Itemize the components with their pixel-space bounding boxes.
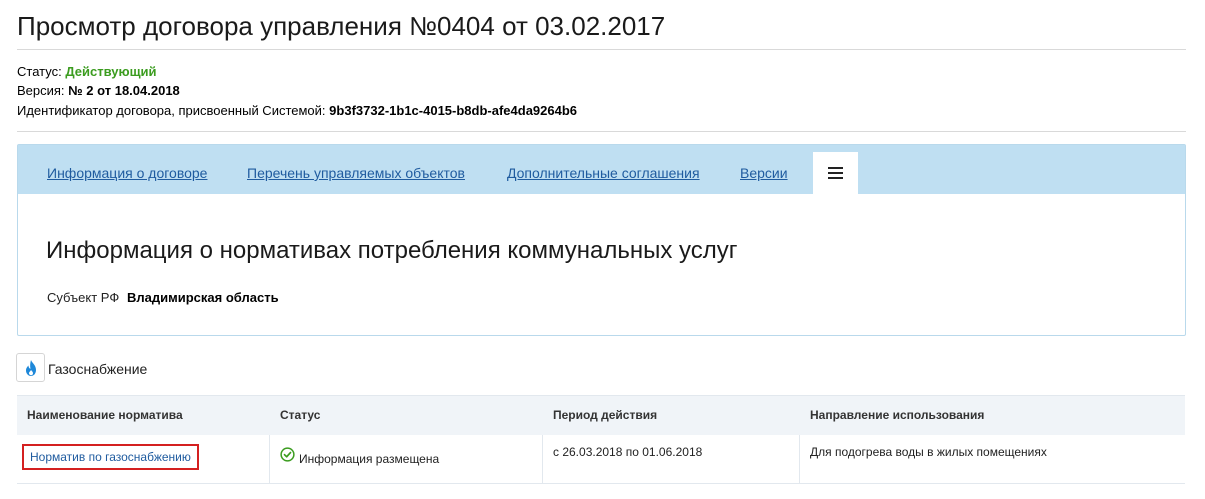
column-header-period: Период действия <box>553 408 658 422</box>
column-header-direction: Направление использования <box>810 408 985 422</box>
subject-value: Владимирская область <box>127 290 279 305</box>
tab-bar: Информация о договоре Перечень управляем… <box>18 145 1185 194</box>
table-row: Норматив по газоснабжению Информация раз… <box>17 435 1185 484</box>
contract-card: Информация о договоре Перечень управляем… <box>17 144 1186 336</box>
status-cell: Информация размещена <box>270 435 542 483</box>
identifier-label: Идентификатор договора, присвоенный Сист… <box>17 103 326 118</box>
version-label: Версия: <box>17 83 65 98</box>
tab-contract-info[interactable]: Информация о договоре <box>47 165 207 181</box>
table-header: Наименование норматива Статус Период дей… <box>17 395 1185 436</box>
page-title: Просмотр договора управления №0404 от 03… <box>17 11 666 41</box>
status-label: Статус: <box>17 64 62 79</box>
status-line: Статус: Действующий <box>17 63 157 81</box>
subject-label: Субъект РФ <box>47 290 120 305</box>
column-header-status: Статус <box>280 408 321 422</box>
version-line: Версия: № 2 от 18.04.2018 <box>17 82 180 100</box>
version-value: № 2 от 18.04.2018 <box>68 83 180 98</box>
period-text: с 26.03.2018 по 01.06.2018 <box>553 445 703 459</box>
tab-menu[interactable] <box>813 152 858 194</box>
direction-text: Для подогрева воды в жилых помещениях <box>810 445 1047 459</box>
tab-versions[interactable]: Версии <box>740 165 788 181</box>
menu-icon <box>828 167 843 179</box>
identifier-value: 9b3f3732-1b1c-4015-b8db-afe4da9264b6 <box>329 103 578 118</box>
meta-divider <box>17 131 1186 132</box>
tab-additional-agreements[interactable]: Дополнительные соглашения <box>507 165 700 181</box>
tab-managed-objects[interactable]: Перечень управляемых объектов <box>247 165 465 181</box>
status-text: Информация размещена <box>299 452 440 466</box>
flame-icon <box>16 353 45 382</box>
check-circle-icon <box>280 447 295 462</box>
title-divider <box>17 49 1186 50</box>
norm-name-link[interactable]: Норматив по газоснабжению <box>22 444 199 470</box>
identifier-line: Идентификатор договора, присвоенный Сист… <box>17 102 577 120</box>
column-header-name: Наименование норматива <box>27 408 183 422</box>
resource-label: Газоснабжение <box>48 361 148 377</box>
status-value: Действующий <box>65 64 157 79</box>
section-title: Информация о нормативах потребления комм… <box>46 237 738 264</box>
